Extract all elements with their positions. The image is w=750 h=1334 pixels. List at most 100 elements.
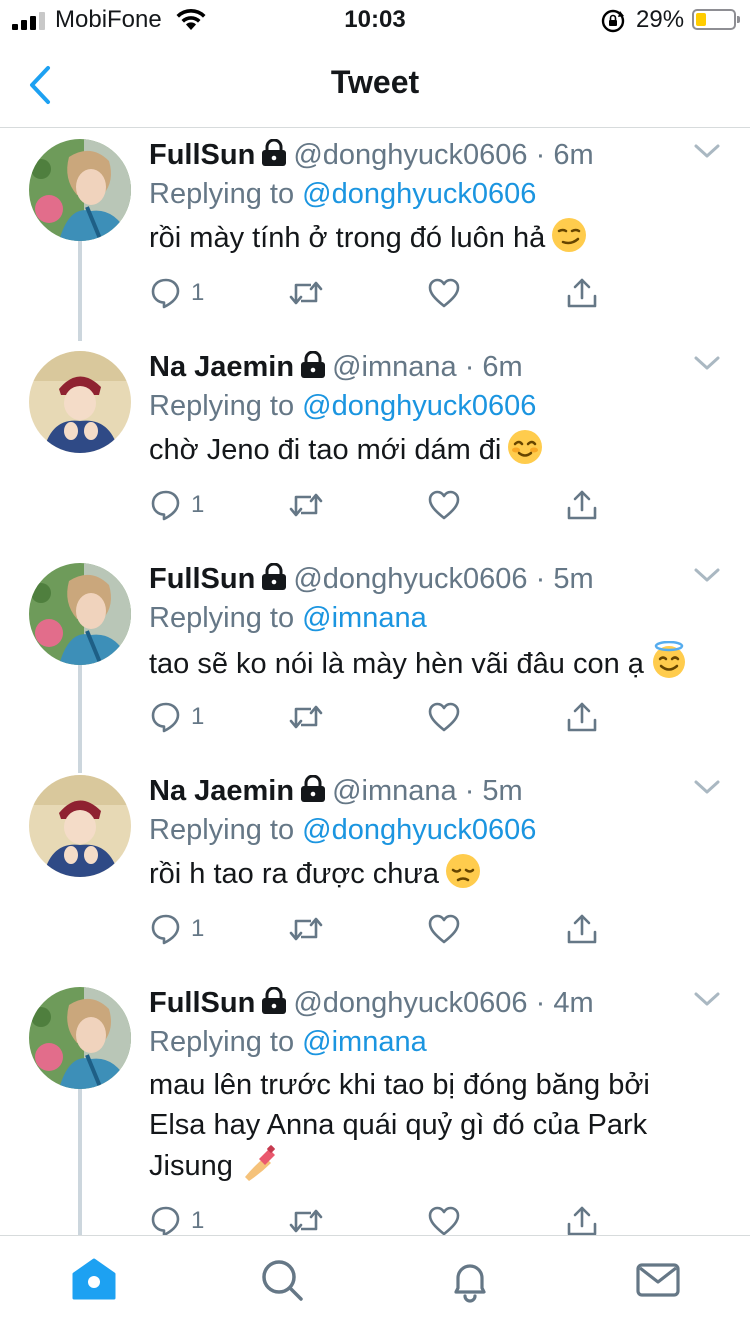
search-icon [262,1260,303,1301]
avatar-jaemin [29,351,131,453]
halo-face-icon [652,641,685,678]
replying-to-label: Replying to [149,390,295,422]
replying-to-link[interactable]: @imnana [302,1026,427,1058]
chevron-down-icon[interactable] [692,777,722,797]
status-bar: MobiFone 10:03 29% [0,0,750,40]
avatar[interactable] [29,987,131,1089]
author-name[interactable]: Na Jaemin [149,351,294,383]
retweet-button[interactable] [287,1201,325,1235]
heart-icon [428,278,460,308]
replying-to-label: Replying to [149,1026,295,1058]
like-button[interactable] [427,273,461,313]
share-button[interactable] [565,697,599,737]
like-button[interactable] [427,485,461,525]
author-name[interactable]: Na Jaemin [149,775,294,807]
like-button[interactable] [427,1201,461,1235]
share-button[interactable] [565,273,599,313]
retweet-icon [289,281,323,305]
replying-to-link[interactable]: @donghyuck0606 [302,178,536,210]
tweet-time: 6m [482,351,523,383]
chevron-down-icon[interactable] [692,989,722,1009]
messages-icon [636,1263,680,1297]
avatar-fullsun [29,563,131,665]
tweet-text-line: Jisung [149,1150,233,1182]
separator-dot: · [456,351,483,383]
retweet-button[interactable] [287,273,325,313]
tab-notifications[interactable] [446,1256,494,1304]
tweet-text: chờ Jeno đi tao mới dám đi [149,429,709,470]
tab-bar [0,1235,750,1334]
avatar[interactable] [29,775,131,877]
pensive-face-icon [445,854,480,888]
avatar[interactable] [29,139,131,241]
tweet-text: rồi mày tính ở trong đó luôn hả [149,217,709,258]
share-button[interactable] [565,485,599,525]
replying-to-link[interactable]: @donghyuck0606 [302,814,536,846]
replying-to-link[interactable]: @donghyuck0606 [302,390,536,422]
tweet-text: tao sẽ ko nói là mày hèn vãi đâu con ạ [149,641,709,684]
tweet-text: rồi h tao ra được chưa [149,853,709,894]
author-handle[interactable]: @donghyuck0606 [293,139,527,171]
heart-icon [428,490,460,520]
retweet-button[interactable] [287,909,325,949]
reply-button[interactable]: 1 [149,697,204,737]
rotation-lock-icon [601,9,625,33]
replying-to-link[interactable]: @imnana [302,602,427,634]
reply-button[interactable]: 1 [149,1201,204,1235]
replying-to-label: Replying to [149,814,295,846]
tab-home[interactable] [70,1256,118,1304]
lock-icon [262,139,287,166]
lock-icon [301,775,326,802]
chevron-down-icon[interactable] [692,141,722,161]
author-handle[interactable]: @donghyuck0606 [293,563,527,595]
retweet-icon [289,1209,323,1233]
tweet-time: 5m [482,775,523,807]
share-button[interactable] [565,909,599,949]
tab-messages[interactable] [634,1256,682,1304]
replying-to-label: Replying to [149,602,295,634]
avatar[interactable] [29,351,131,453]
author-name[interactable]: FullSun [149,139,255,171]
retweet-button[interactable] [287,485,325,525]
tweet-text-line: mau lên trước khi tao bị đóng băng bởi [149,1069,650,1101]
author-name[interactable]: FullSun [149,563,255,595]
lock-icon [262,563,287,590]
reply-icon [151,490,180,521]
lock-icon [301,351,326,378]
tweet-text-body: rồi h tao ra được chưa [149,858,439,890]
reply-count: 1 [191,915,205,942]
battery-icon [692,9,740,30]
author-name[interactable]: FullSun [149,987,255,1019]
share-button[interactable] [565,1201,599,1235]
tab-search[interactable] [258,1256,306,1304]
like-button[interactable] [427,697,461,737]
chevron-down-icon[interactable] [692,353,722,373]
chevron-down-icon[interactable] [692,565,722,585]
reply-button[interactable]: 1 [149,273,204,313]
reply-count: 1 [191,703,205,730]
page-title: Tweet [330,64,420,100]
smiling-face-icon [508,430,543,464]
reply-count: 1 [191,491,205,518]
retweet-button[interactable] [287,697,325,737]
tweet-text-line: Elsa hay Anna quái quỷ gì đó của Park [149,1109,648,1141]
author-handle[interactable]: @donghyuck0606 [293,987,527,1019]
lock-icon [262,987,287,1014]
replying-to-label: Replying to [149,178,295,210]
author-handle[interactable]: @imnana [332,775,457,807]
tweet-actions: 1 [149,909,609,949]
tweet-actions: 1 [149,273,609,313]
reply-button[interactable]: 1 [149,909,204,949]
tweet-text-body: tao sẽ ko nói là mày hèn vãi đâu con ạ [149,648,644,680]
share-icon [567,914,597,944]
reply-button[interactable]: 1 [149,485,204,525]
avatar[interactable] [29,563,131,665]
reply-count: 1 [191,279,205,306]
like-button[interactable] [427,909,461,949]
tweet-thread[interactable]: FullSun @donghyuck0606 · 6m Replying to @… [0,129,750,1235]
smirking-face-icon [552,218,587,252]
share-icon [567,702,597,732]
author-handle[interactable]: @imnana [332,351,457,383]
share-icon [567,490,597,520]
heart-icon [428,914,460,944]
